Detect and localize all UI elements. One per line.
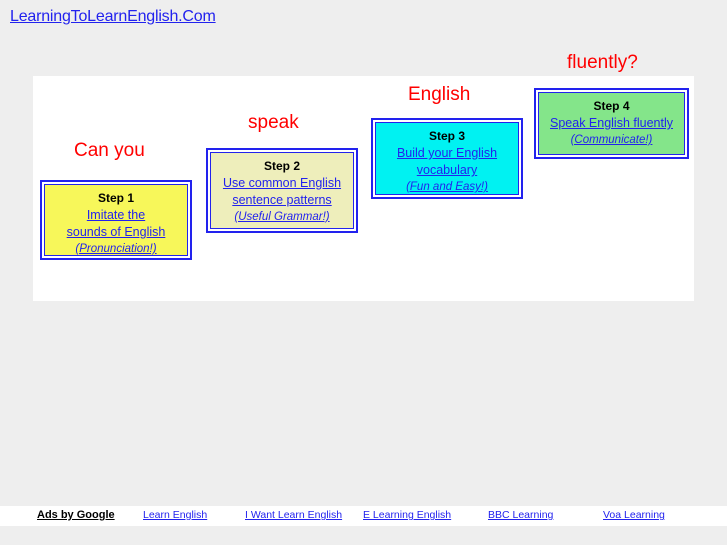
step-1-link-line-1[interactable]: Imitate the xyxy=(45,207,187,224)
step-1-label: Step 1 xyxy=(97,191,134,205)
headline-word-fluently: fluently? xyxy=(567,52,638,73)
step-box-4-inner: Step 4 Speak English fluently (Communica… xyxy=(538,92,685,155)
ad-link-learn-english[interactable]: Learn English xyxy=(143,509,207,521)
site-title-link[interactable]: LearningToLearnEnglish.Com xyxy=(10,8,216,25)
headline-word-speak: speak xyxy=(248,112,299,133)
ad-link-bbc-learning[interactable]: BBC Learning xyxy=(488,509,553,521)
step-1-link-line-2[interactable]: sounds of English xyxy=(45,224,187,241)
step-box-1-inner: Step 1 Imitate the sounds of English (Pr… xyxy=(44,184,188,256)
step-box-2-inner: Step 2 Use common English sentence patte… xyxy=(210,152,354,229)
step-2-note[interactable]: (Useful Grammar!) xyxy=(211,209,353,225)
step-box-3-inner: Step 3 Build your English vocabulary (Fu… xyxy=(375,122,519,195)
step-2-link-line-1[interactable]: Use common English xyxy=(211,175,353,192)
headline-word-can-you: Can you xyxy=(74,140,145,161)
ads-strip: Ads by Google Learn English I Want Learn… xyxy=(0,506,727,526)
ads-by-google-label[interactable]: Ads by Google xyxy=(37,509,115,521)
step-box-4[interactable]: Step 4 Speak English fluently (Communica… xyxy=(534,88,689,159)
step-1-note[interactable]: (Pronunciation!) xyxy=(45,241,187,257)
step-2-label: Step 2 xyxy=(263,159,300,173)
step-3-label: Step 3 xyxy=(428,129,465,143)
ad-link-voa-learning[interactable]: Voa Learning xyxy=(603,509,665,521)
headline-word-english: English xyxy=(408,84,471,105)
step-3-link-line-2[interactable]: vocabulary xyxy=(376,162,518,179)
step-box-3[interactable]: Step 3 Build your English vocabulary (Fu… xyxy=(371,118,523,199)
step-4-label: Step 4 xyxy=(593,99,630,113)
site-header: LearningToLearnEnglish.Com xyxy=(10,8,610,32)
ad-link-e-learning-english[interactable]: E Learning English xyxy=(363,509,451,521)
ad-link-i-want-learn-english[interactable]: I Want Learn English xyxy=(245,509,342,521)
step-3-note[interactable]: (Fun and Easy!) xyxy=(376,179,518,195)
step-3-link-line-1[interactable]: Build your English xyxy=(376,145,518,162)
step-box-1[interactable]: Step 1 Imitate the sounds of English (Pr… xyxy=(40,180,192,260)
step-box-2[interactable]: Step 2 Use common English sentence patte… xyxy=(206,148,358,233)
step-4-link-line-1[interactable]: Speak English fluently xyxy=(539,115,684,132)
step-4-note[interactable]: (Communicate!) xyxy=(539,132,684,148)
step-2-link-line-2[interactable]: sentence patterns xyxy=(211,192,353,209)
